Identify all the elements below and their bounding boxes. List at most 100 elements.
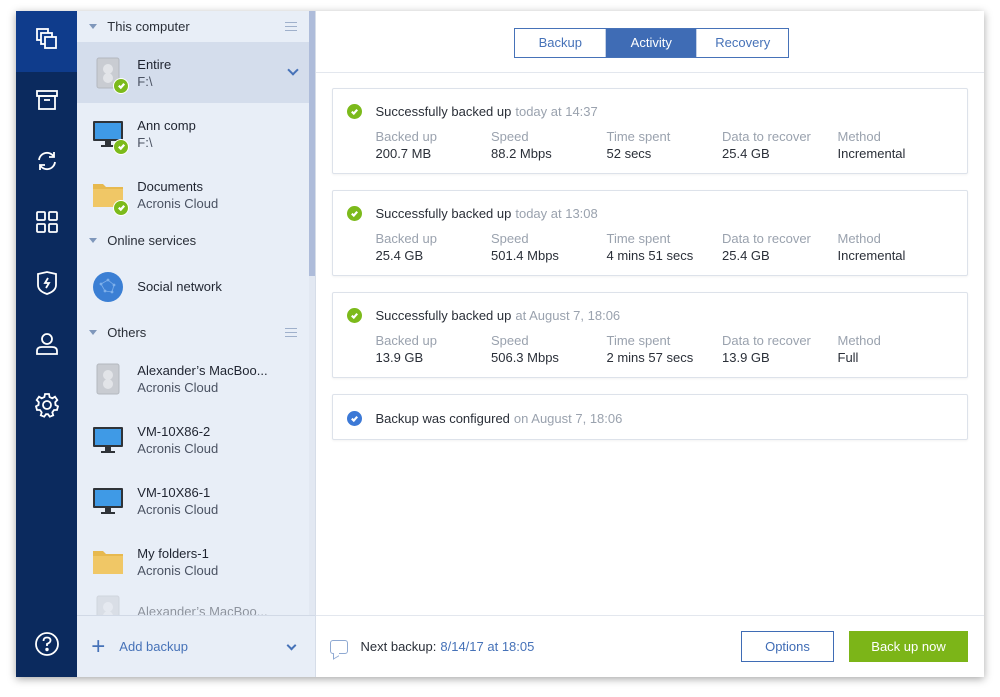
tab-backup[interactable]: Backup	[515, 28, 607, 57]
source-name: My folders-1	[137, 545, 209, 561]
rail-item-tools[interactable]	[16, 194, 77, 255]
tab-activity[interactable]: Activity	[606, 28, 698, 57]
source-name: Social network	[137, 279, 222, 294]
rail-item-help[interactable]	[16, 615, 78, 677]
stat-value: Incremental	[837, 146, 906, 161]
source-item[interactable]: Alexander’s MacBoo... Acronis Cloud	[77, 348, 314, 409]
archive-icon	[34, 87, 60, 118]
source-item[interactable]: Documents Acronis Cloud	[77, 164, 314, 225]
folder-icon	[91, 545, 125, 579]
stat: Time spent 4 mins 51 secs	[607, 230, 723, 265]
app-window: This computer Entire F:\ Ann comp F:\ Documen…	[16, 11, 984, 677]
rail-item-archive[interactable]	[16, 72, 77, 133]
stat-value: 501.4 Mbps	[491, 248, 559, 263]
stat-value: 25.4 GB	[722, 146, 770, 161]
chevron-down-icon[interactable]	[286, 640, 296, 651]
success-check-icon	[346, 103, 362, 119]
source-item[interactable]: Entire F:\	[77, 42, 315, 103]
rail-item-sync[interactable]	[16, 133, 77, 194]
stat-label: Backed up	[375, 129, 437, 144]
activity-time: today at 14:37	[515, 103, 598, 119]
add-backup-button[interactable]: + Add backup	[77, 615, 315, 677]
stat-label: Time spent	[606, 129, 671, 144]
source-destination: Acronis Cloud	[137, 501, 219, 517]
source-text: VM-10X86-1 Acronis Cloud	[137, 484, 218, 518]
menu-icon[interactable]	[284, 328, 297, 337]
stat-label: Data to recover	[722, 129, 811, 144]
group-header[interactable]: Online services	[77, 225, 314, 256]
disk-icon	[91, 362, 125, 396]
activity-stats: Backed up 13.9 GB Speed 506.3 Mbps Time spen…	[376, 332, 954, 367]
group-header[interactable]: Others	[77, 317, 314, 348]
activity-status: Successfully backed up	[375, 205, 512, 221]
stat: Method Full	[838, 332, 954, 367]
stat-value: 52 secs	[606, 146, 652, 161]
backup-icon	[34, 26, 60, 57]
stat-value: 13.9 GB	[375, 350, 424, 365]
stat: Data to recover 13.9 GB	[722, 332, 838, 367]
source-item[interactable]: Social network	[77, 256, 314, 317]
chevron-down-icon[interactable]	[286, 64, 299, 76]
plus-icon: +	[91, 632, 106, 660]
stat: Method Incremental	[838, 230, 954, 265]
protection-icon	[34, 270, 60, 301]
computer-icon	[91, 423, 125, 457]
settings-icon	[34, 392, 60, 423]
success-check-icon	[113, 77, 130, 94]
activity-status: Successfully backed up	[375, 103, 512, 119]
source-text: Alexander’s MacBoo... Acronis Cloud	[137, 362, 267, 396]
next-backup-label: Next backup:	[360, 639, 437, 654]
source-item[interactable]: Alexander’s MacBoo...	[77, 592, 314, 615]
group-header[interactable]: This computer	[77, 11, 314, 42]
stat-value: 25.4 GB	[375, 248, 424, 263]
top-bar: Backup Activity Recovery	[315, 11, 984, 73]
rail-item-protection[interactable]	[16, 255, 77, 316]
source-item[interactable]: VM-10X86-1 Acronis Cloud	[77, 470, 314, 531]
stat: Backed up 13.9 GB	[376, 332, 492, 367]
backup-sources-panel: This computer Entire F:\ Ann comp F:\ Documen…	[77, 11, 316, 677]
computer-icon	[91, 484, 125, 518]
source-name: Entire	[137, 56, 172, 72]
stat: Time spent 2 mins 57 secs	[607, 332, 723, 367]
source-destination: F:\	[137, 73, 153, 89]
stat-label: Time spent	[606, 333, 671, 348]
stat: Backed up 25.4 GB	[376, 230, 492, 265]
collapse-triangle-icon[interactable]	[89, 330, 98, 335]
rail-item-account[interactable]	[16, 316, 77, 377]
source-text: Entire F:\	[137, 56, 171, 90]
activity-card: Successfully backed up today at 13:08 Back…	[331, 190, 968, 276]
stat-value: 4 mins 51 secs	[606, 248, 694, 263]
social-network-icon	[91, 270, 125, 304]
source-item[interactable]: My folders-1 Acronis Cloud	[77, 531, 314, 592]
next-backup-value[interactable]: 8/14/17 at 18:05	[440, 639, 534, 654]
source-item[interactable]: Ann comp F:\	[77, 103, 314, 164]
stat: Time spent 52 secs	[607, 128, 723, 163]
stat: Backed up 200.7 MB	[376, 128, 492, 163]
activity-list: Successfully backed up today at 14:37 Back…	[316, 73, 985, 440]
source-text: Social network	[137, 278, 222, 295]
sources-scrollbar-thumb[interactable]	[308, 11, 315, 276]
back-up-now-button[interactable]: Back up now	[849, 631, 968, 662]
success-check-icon	[346, 205, 362, 221]
source-text: Alexander’s MacBoo...	[137, 603, 267, 616]
comment-icon[interactable]	[329, 639, 348, 654]
collapse-triangle-icon[interactable]	[89, 238, 98, 243]
stat: Data to recover 25.4 GB	[722, 128, 838, 163]
rail-item-settings[interactable]	[16, 377, 77, 438]
collapse-triangle-icon[interactable]	[89, 24, 98, 29]
activity-card: Backup was configured on August 7, 18:06	[331, 394, 968, 440]
source-name: Ann comp	[137, 117, 196, 133]
options-button[interactable]: Options	[741, 631, 834, 662]
activity-status: Successfully backed up	[375, 307, 512, 323]
source-item[interactable]: VM-10X86-2 Acronis Cloud	[77, 409, 314, 470]
activity-title: Backup was configured on August 7, 18:06	[346, 409, 954, 427]
rail-item-backup[interactable]	[16, 11, 78, 72]
tab-recovery[interactable]: Recovery	[697, 29, 788, 57]
stat: Speed 506.3 Mbps	[491, 332, 607, 367]
stat-value: 506.3 Mbps	[491, 350, 559, 365]
view-tabs: Backup Activity Recovery	[514, 27, 790, 58]
menu-icon[interactable]	[284, 22, 297, 31]
stat-label: Time spent	[606, 231, 671, 246]
sources-scrollbar[interactable]	[308, 11, 315, 615]
source-destination: Acronis Cloud	[137, 440, 219, 456]
